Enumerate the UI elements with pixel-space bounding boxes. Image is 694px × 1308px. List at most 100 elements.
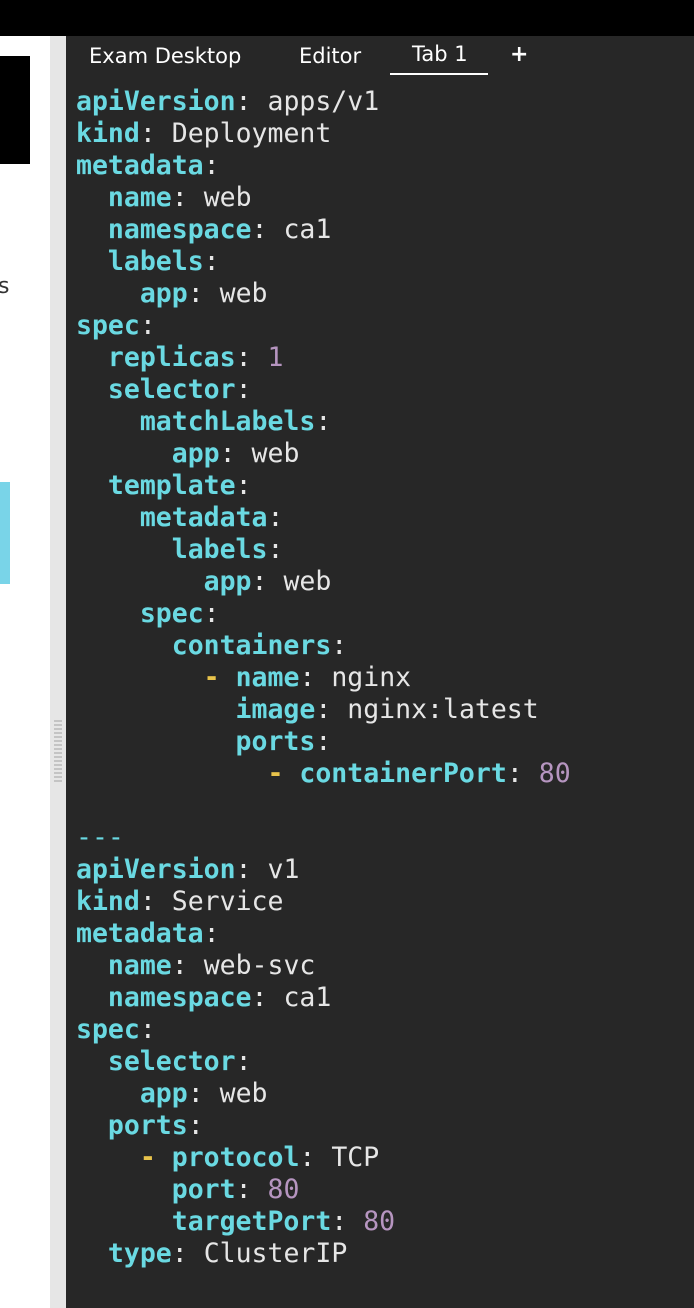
yaml-value: 80 bbox=[538, 758, 571, 789]
code-line: template: bbox=[76, 470, 571, 502]
yaml-key: app bbox=[171, 438, 220, 469]
splitter-drag-handle-icon[interactable] bbox=[54, 720, 62, 782]
yaml-value: web bbox=[251, 438, 300, 469]
yaml-value: ClusterIP bbox=[203, 1238, 348, 1269]
yaml-colon: : bbox=[203, 598, 220, 629]
yaml-key: containerPort bbox=[299, 758, 507, 789]
yaml-value: Deployment bbox=[171, 118, 332, 149]
code-line: spec: bbox=[76, 598, 571, 630]
yaml-value: web-svc bbox=[203, 950, 316, 981]
code-line: spec: bbox=[76, 1014, 571, 1046]
yaml-key: apiVersion bbox=[76, 86, 236, 117]
yaml-colon: : bbox=[187, 1078, 204, 1109]
yaml-key: type bbox=[107, 1238, 172, 1269]
yaml-colon: : bbox=[203, 150, 220, 181]
yaml-colon: : bbox=[251, 982, 268, 1013]
yaml-value: web bbox=[219, 1078, 268, 1109]
code-content[interactable]: apiVersion: apps/v1 kind: Deployment metad… bbox=[76, 86, 571, 1270]
yaml-colon: : bbox=[187, 278, 204, 309]
code-line: spec: bbox=[76, 310, 571, 342]
yaml-colon: : bbox=[506, 758, 523, 789]
yaml-value: nginx:latest bbox=[347, 694, 539, 725]
yaml-value: ca1 bbox=[283, 982, 332, 1013]
yaml-key: image bbox=[235, 694, 316, 725]
yaml-colon: : bbox=[331, 1206, 348, 1237]
code-line: --- bbox=[76, 822, 571, 854]
yaml-value: 80 bbox=[267, 1174, 300, 1205]
code-line: - protocol: TCP bbox=[76, 1142, 571, 1174]
yaml-key: spec bbox=[139, 598, 204, 629]
yaml-list-dash: - bbox=[139, 1142, 156, 1173]
yaml-key: spec bbox=[76, 1014, 140, 1045]
yaml-colon: : bbox=[171, 182, 188, 213]
code-line: image: nginx:latest bbox=[76, 694, 571, 726]
yaml-colon: : bbox=[203, 918, 220, 949]
yaml-colon: : bbox=[299, 1142, 316, 1173]
code-line: kind: Service bbox=[76, 886, 571, 918]
yaml-colon: : bbox=[235, 1046, 252, 1077]
code-editor[interactable]: Exam Desktop Editor Tab 1 + apiVersion: … bbox=[66, 36, 694, 1308]
left-panel-text: s bbox=[0, 274, 10, 299]
code-line: replicas: 1 bbox=[76, 342, 571, 374]
code-line: namespace: ca1 bbox=[76, 214, 571, 246]
yaml-key: spec bbox=[76, 310, 140, 341]
yaml-value: 80 bbox=[363, 1206, 396, 1237]
code-line: selector: bbox=[76, 374, 571, 406]
yaml-key: template bbox=[107, 470, 236, 501]
code-line: ports: bbox=[76, 1110, 571, 1142]
yaml-key: targetPort bbox=[171, 1206, 332, 1237]
code-line: kind: Deployment bbox=[76, 118, 571, 150]
code-line: name: web bbox=[76, 182, 571, 214]
yaml-colon: : bbox=[235, 86, 252, 117]
yaml-colon: : bbox=[235, 342, 252, 373]
yaml-key: matchLabels bbox=[139, 406, 316, 437]
left-panel-dark-block bbox=[0, 56, 30, 164]
yaml-colon: : bbox=[139, 886, 156, 917]
yaml-colon: : bbox=[187, 1110, 204, 1141]
tab-exam-desktop[interactable]: Exam Desktop bbox=[89, 44, 241, 68]
yaml-colon: : bbox=[171, 1238, 188, 1269]
yaml-key: kind bbox=[76, 886, 140, 917]
yaml-value: web bbox=[283, 566, 332, 597]
yaml-colon: : bbox=[251, 566, 268, 597]
yaml-key: metadata bbox=[76, 150, 204, 181]
code-line: name: web-svc bbox=[76, 950, 571, 982]
yaml-colon: : bbox=[235, 470, 252, 501]
yaml-colon: : bbox=[315, 406, 332, 437]
yaml-key: metadata bbox=[139, 502, 268, 533]
code-line: - containerPort: 80 bbox=[76, 758, 571, 790]
code-line: ports: bbox=[76, 726, 571, 758]
yaml-value: Service bbox=[171, 886, 284, 917]
yaml-key: apiVersion bbox=[76, 854, 236, 885]
yaml-key: app bbox=[139, 278, 188, 309]
code-line: app: web bbox=[76, 566, 571, 598]
code-line: type: ClusterIP bbox=[76, 1238, 571, 1270]
yaml-key: labels bbox=[107, 246, 204, 277]
yaml-colon: : bbox=[331, 630, 348, 661]
top-bar bbox=[0, 0, 694, 36]
add-tab-button[interactable]: + bbox=[510, 42, 528, 67]
code-line: labels: bbox=[76, 534, 571, 566]
active-tab-indicator bbox=[390, 73, 488, 75]
yaml-value: ca1 bbox=[283, 214, 332, 245]
yaml-colon: : bbox=[251, 214, 268, 245]
yaml-colon: : bbox=[299, 662, 316, 693]
code-line: app: web bbox=[76, 278, 571, 310]
yaml-key: selector bbox=[107, 374, 236, 405]
yaml-key: namespace bbox=[107, 982, 252, 1013]
splitter[interactable] bbox=[50, 36, 66, 1308]
yaml-key: app bbox=[139, 1078, 188, 1109]
yaml-colon: : bbox=[315, 726, 332, 757]
yaml-key: metadata bbox=[76, 918, 204, 949]
left-panel-accent-button[interactable] bbox=[0, 482, 10, 584]
yaml-colon: : bbox=[315, 694, 332, 725]
tab-1[interactable]: Tab 1 bbox=[412, 42, 468, 66]
code-line: app: web bbox=[76, 438, 571, 470]
yaml-key: namespace bbox=[107, 214, 252, 245]
yaml-colon: : bbox=[139, 1014, 156, 1045]
tab-editor[interactable]: Editor bbox=[299, 44, 361, 68]
code-line: port: 80 bbox=[76, 1174, 571, 1206]
yaml-value: TCP bbox=[331, 1142, 380, 1173]
yaml-key: selector bbox=[107, 1046, 236, 1077]
